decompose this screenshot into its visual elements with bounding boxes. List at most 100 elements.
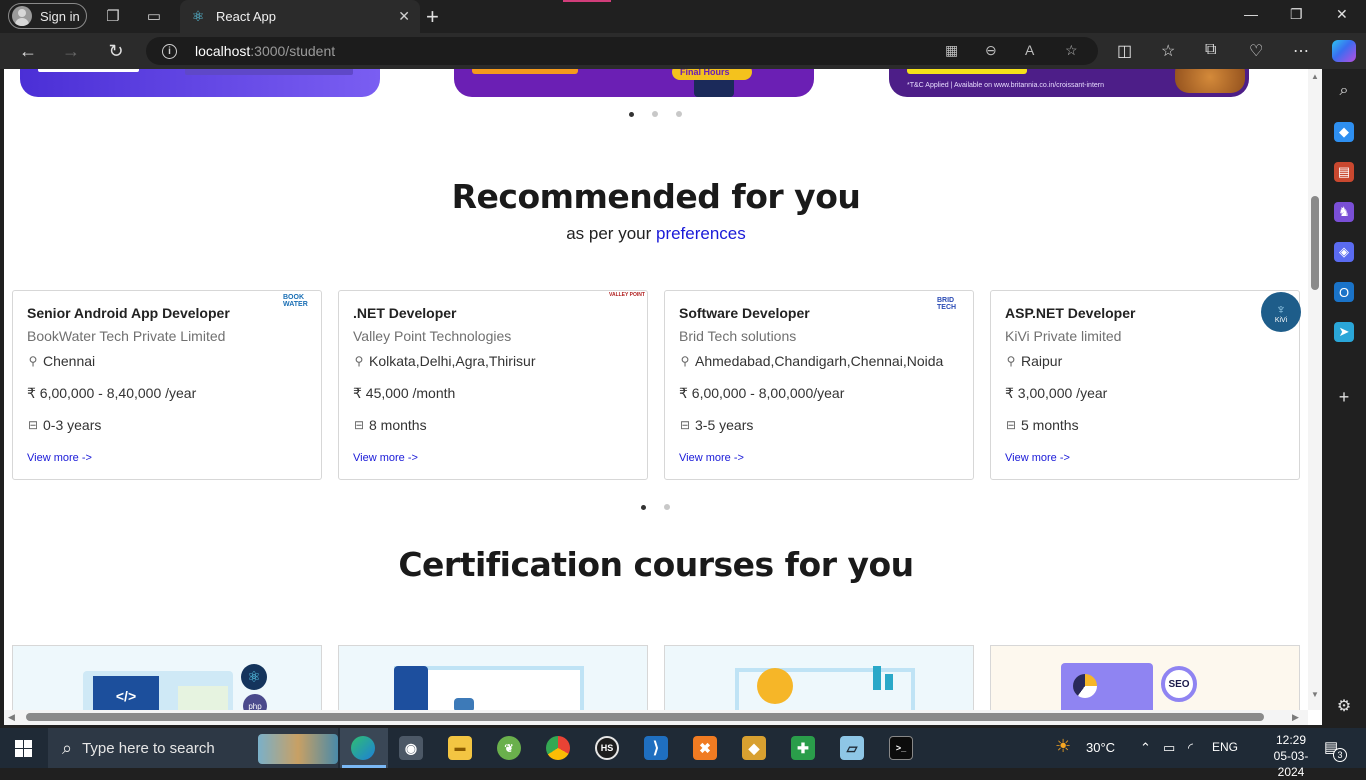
- favorites-icon[interactable]: ☆: [1161, 41, 1175, 61]
- git-taskbar-icon[interactable]: ◆: [742, 736, 766, 760]
- app-available-icon[interactable]: ▦: [945, 42, 958, 59]
- restore-button[interactable]: ❐: [1290, 6, 1303, 23]
- vertical-scroll-thumb[interactable]: [1311, 196, 1319, 290]
- terminal-taskbar-icon[interactable]: >_: [889, 736, 913, 760]
- file-explorer-icon[interactable]: ▬: [448, 736, 472, 760]
- vertical-scrollbar[interactable]: ▲ ▼: [1308, 69, 1322, 710]
- read-aloud-icon[interactable]: A: [1025, 42, 1034, 58]
- vscode-taskbar-icon[interactable]: ⟩: [644, 736, 668, 760]
- back-button[interactable]: ←: [17, 40, 39, 62]
- edge-taskbar-icon[interactable]: [351, 736, 375, 760]
- refresh-button[interactable]: ↻: [105, 40, 127, 62]
- shopping-tag-icon[interactable]: ◆: [1334, 122, 1354, 142]
- wifi-icon[interactable]: ◜: [1188, 740, 1193, 756]
- view-more-link[interactable]: View more ->: [27, 452, 92, 464]
- sign-in-button[interactable]: Sign in: [8, 3, 87, 29]
- certification-title: Certification courses for you: [398, 545, 914, 584]
- job-location-row: ⚲ Raipur: [1005, 353, 1063, 369]
- scroll-down-arrow-icon[interactable]: ▼: [1311, 690, 1319, 699]
- job-location: Kolkata,Delhi,Agra,Thirisur: [369, 353, 536, 369]
- close-tab-icon[interactable]: ✕: [398, 8, 410, 25]
- job-card[interactable]: VALLEY POINT .NET Developer Valley Point…: [338, 290, 648, 480]
- carousel-dot[interactable]: [676, 111, 682, 117]
- url-text[interactable]: localhost:3000/student: [195, 43, 335, 59]
- workspaces-icon[interactable]: ❐: [103, 6, 123, 26]
- games-icon[interactable]: ♞: [1334, 202, 1354, 222]
- scroll-right-arrow-icon[interactable]: ▶: [1292, 712, 1299, 723]
- close-window-button[interactable]: ✕: [1336, 6, 1348, 23]
- xampp-taskbar-icon[interactable]: ✖: [693, 736, 717, 760]
- tab-react-app[interactable]: ⚛ React App ✕: [180, 0, 420, 33]
- taskbar-clock[interactable]: 12:29 05-03-2024: [1266, 732, 1316, 780]
- horizontal-scroll-thumb[interactable]: [26, 713, 1264, 721]
- show-hidden-icons-chevron-icon[interactable]: ⌃: [1140, 740, 1151, 756]
- job-title: ASP.NET Developer: [1005, 305, 1136, 321]
- view-more-link[interactable]: View more ->: [679, 452, 744, 464]
- carousel-dot-active[interactable]: [629, 111, 634, 117]
- weather-sun-icon[interactable]: ☀: [1055, 736, 1071, 757]
- notes-app-icon[interactable]: ▱: [840, 736, 864, 760]
- job-location-row: ⚲ Ahmedabad,Chandigarh,Chennai,Noida: [679, 353, 944, 369]
- search-icon: ⌕: [62, 737, 73, 758]
- hs-app-icon[interactable]: HS: [595, 736, 619, 760]
- search-icon[interactable]: ⌕: [1334, 81, 1354, 101]
- carousel-dot-active[interactable]: [641, 504, 646, 510]
- windows-start-icon[interactable]: [15, 740, 32, 757]
- weather-temperature[interactable]: 30°C: [1086, 740, 1115, 755]
- seo-magnifier-icon: SEO: [1161, 666, 1197, 702]
- course-card-seo[interactable]: SEO: [990, 645, 1300, 710]
- copilot-icon[interactable]: [1332, 40, 1356, 62]
- scroll-left-arrow-icon[interactable]: ◀: [8, 712, 15, 723]
- taskbar-search-box[interactable]: ⌕ Type here to search: [48, 728, 338, 768]
- new-tab-button[interactable]: +: [426, 4, 439, 30]
- input-language[interactable]: ENG: [1212, 740, 1238, 754]
- microsoft365-icon[interactable]: ◈: [1334, 242, 1354, 262]
- bridtech-logo: BRID TECH: [937, 297, 957, 311]
- banner-slide-3[interactable]: *T&C Applied | Available on www.britanni…: [889, 69, 1249, 97]
- collections-icon[interactable]: ⧉: [1205, 41, 1216, 59]
- banner-button-shape: [38, 69, 139, 72]
- briefcase-icon: ⊟: [353, 418, 365, 432]
- add-sidebar-app-icon[interactable]: +: [1334, 387, 1354, 407]
- snipping-app-icon[interactable]: ✚: [791, 736, 815, 760]
- chrome-taskbar-icon[interactable]: [546, 736, 570, 760]
- job-experience: 0-3 years: [43, 417, 102, 433]
- camera-taskbar-icon[interactable]: ◉: [399, 736, 423, 760]
- view-more-link[interactable]: View more ->: [353, 452, 418, 464]
- scroll-up-arrow-icon[interactable]: ▲: [1311, 72, 1319, 81]
- spring-tool-icon[interactable]: ❦: [497, 736, 521, 760]
- clock-date: 05-03-2024: [1273, 749, 1309, 779]
- split-screen-icon[interactable]: ◫: [1117, 41, 1132, 61]
- horizontal-scrollbar[interactable]: ◀ ▶: [4, 710, 1308, 725]
- sidebar-settings-gear-icon[interactable]: ⚙: [1334, 696, 1354, 716]
- forward-button[interactable]: →: [60, 40, 82, 62]
- tab-actions-icon[interactable]: ▭: [144, 6, 164, 26]
- course-card-data-analytics[interactable]: [664, 645, 974, 710]
- job-card[interactable]: BRID TECH Software Developer Brid Tech s…: [664, 290, 974, 480]
- favorite-star-icon[interactable]: ☆: [1065, 42, 1078, 59]
- carousel-dot[interactable]: [664, 504, 670, 510]
- bar-chart-icon: [885, 674, 893, 690]
- preferences-link[interactable]: preferences: [656, 224, 746, 243]
- site-info-icon[interactable]: i: [162, 43, 177, 59]
- course-card-python[interactable]: [338, 645, 648, 710]
- course-card-web-dev[interactable]: </> ⚛ php: [12, 645, 322, 710]
- job-card[interactable]: BOOK WATER Senior Android App Developer …: [12, 290, 322, 480]
- outlook-icon[interactable]: O: [1334, 282, 1354, 302]
- windows-taskbar: ⌕ Type here to search ◉ ▬ ❦ HS ⟩ ✖ ◆ ✚ ▱…: [0, 728, 1366, 779]
- banner-button-shape: [907, 69, 1027, 74]
- job-card[interactable]: ♆ KiVi ASP.NET Developer KiVi Private lim…: [990, 290, 1301, 480]
- minimize-button[interactable]: —: [1244, 6, 1258, 22]
- send-drop-icon[interactable]: ➤: [1334, 322, 1354, 342]
- browser-essentials-icon[interactable]: ♡: [1249, 41, 1263, 61]
- view-more-link[interactable]: View more ->: [1005, 452, 1070, 464]
- tools-briefcase-icon[interactable]: ▤: [1334, 162, 1354, 182]
- settings-more-icon[interactable]: ⋯: [1293, 41, 1309, 61]
- battery-icon[interactable]: ▭: [1163, 740, 1175, 756]
- carousel-dot[interactable]: [652, 111, 658, 117]
- zoom-icon[interactable]: ⊖: [985, 42, 997, 59]
- banner-slide-1[interactable]: [20, 69, 380, 97]
- job-title: Senior Android App Developer: [27, 305, 230, 321]
- page-viewport: Final Hours *T&C Applied | Available on …: [4, 69, 1322, 725]
- banner-slide-2[interactable]: Final Hours: [454, 69, 814, 97]
